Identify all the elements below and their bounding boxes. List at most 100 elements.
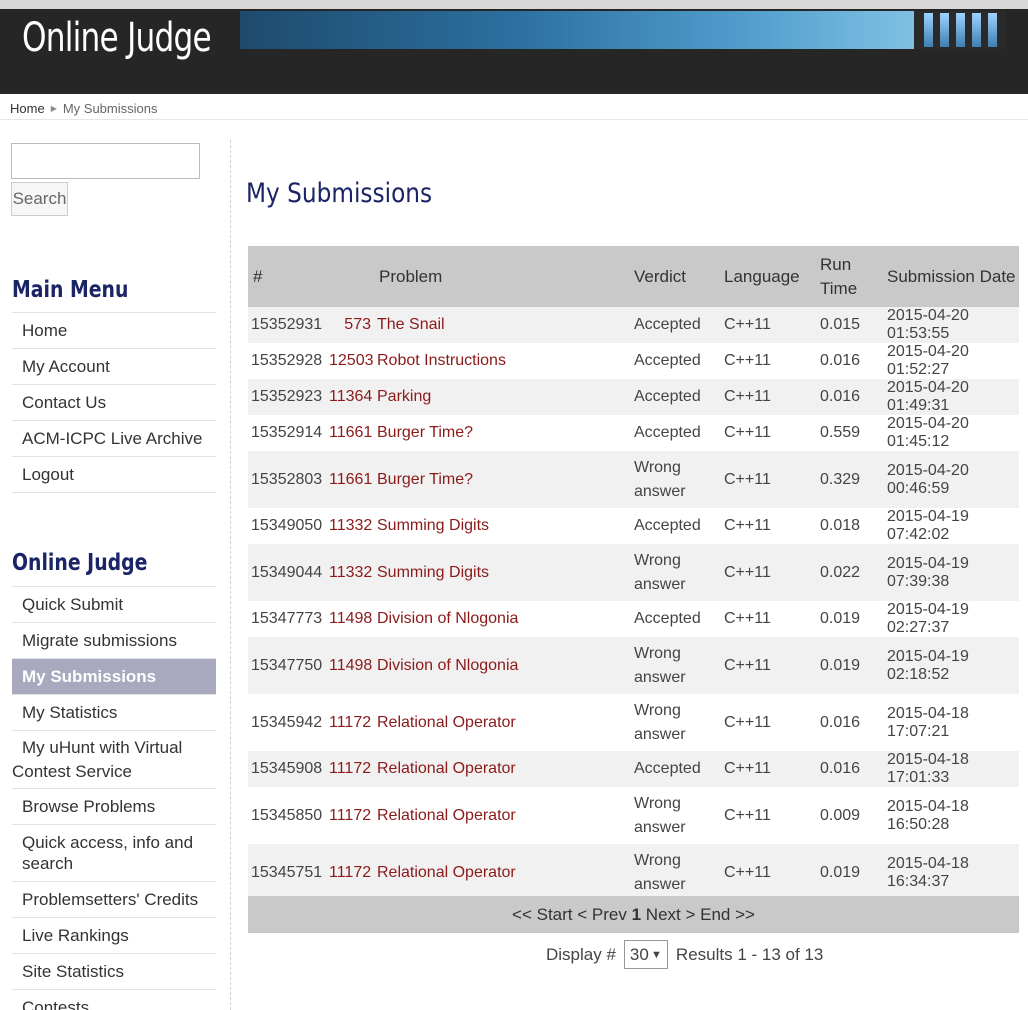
problem-link[interactable]: 11172 Relational Operator	[329, 751, 634, 787]
site-header: Online Judge	[0, 9, 1028, 94]
problem-number[interactable]: 11661	[329, 471, 372, 489]
language: C++11	[724, 751, 820, 787]
judge-menu-item-site-statistics[interactable]: Site Statistics	[12, 953, 216, 989]
breadcrumb-home[interactable]: Home	[10, 101, 45, 116]
verdict: Wrong answer	[634, 694, 724, 751]
problem-link[interactable]: 11172 Relational Operator	[329, 787, 634, 844]
problem-title[interactable]: Relational Operator	[371, 807, 516, 824]
problem-link[interactable]: 11332 Summing Digits	[329, 544, 634, 601]
pager-end-link[interactable]: End >>	[700, 905, 755, 924]
pager-prev-link[interactable]: < Prev	[577, 905, 627, 924]
language: C++11	[724, 694, 820, 751]
judge-menu-item-uhunt[interactable]: My uHunt with Virtual Contest Service	[12, 730, 216, 788]
site-title[interactable]: Online Judge	[22, 15, 212, 61]
problem-link[interactable]: 573 The Snail	[329, 307, 634, 343]
pager-start-link[interactable]: << Start	[512, 905, 572, 924]
main-menu-item-logout[interactable]: Logout	[12, 456, 216, 493]
column-header-num: #	[248, 246, 329, 307]
problem-link[interactable]: 11172 Relational Operator	[329, 844, 634, 901]
online-judge-menu: Quick Submit Migrate submissions My Subm…	[12, 586, 216, 1010]
main-menu-item-my-account[interactable]: My Account	[12, 348, 216, 384]
problem-title[interactable]: Relational Operator	[371, 760, 516, 777]
display-count-value: 30	[629, 944, 649, 964]
problem-number[interactable]: 11498	[329, 610, 372, 628]
submission-id: 15347750	[248, 637, 329, 694]
problem-number[interactable]: 11364	[329, 388, 372, 406]
submission-id: 15345942	[248, 694, 329, 751]
table-row: 15345850 11172 Relational Operator Wrong an…	[248, 787, 1019, 844]
judge-menu-item-quick-submit[interactable]: Quick Submit	[12, 586, 216, 622]
problem-number[interactable]: 11332	[329, 564, 372, 582]
column-header-language: Language	[724, 246, 820, 307]
submission-id: 15349050	[248, 508, 329, 544]
problem-link[interactable]: 12503 Robot Instructions	[329, 343, 634, 379]
judge-menu-item-browse-problems[interactable]: Browse Problems	[12, 788, 216, 824]
dropdown-arrow-icon: ▼	[651, 948, 662, 961]
submissions-body: 15352931 573 The Snail Accepted C++11 0.015 20…	[248, 307, 1019, 901]
problem-title[interactable]: Parking	[371, 388, 431, 405]
problem-title[interactable]: Robot Instructions	[371, 352, 506, 369]
problem-number[interactable]: 11172	[329, 714, 371, 732]
verdict-text: Wrong answer	[634, 458, 686, 500]
display-count-select[interactable]: 30 ▼	[623, 940, 668, 969]
verdict: Wrong answer	[634, 544, 724, 601]
problem-title[interactable]: Summing Digits	[371, 517, 489, 534]
problem-title[interactable]: Summing Digits	[371, 564, 489, 581]
problem-link[interactable]: 11172 Relational Operator	[329, 694, 634, 751]
problem-number[interactable]: 11332	[329, 517, 372, 535]
table-row: 15352803 11661 Burger Time? Wrong answer C++…	[248, 451, 1019, 508]
problem-number[interactable]: 11172	[329, 864, 371, 882]
main-menu-item-home[interactable]: Home	[12, 312, 216, 348]
submission-id: 15345908	[248, 751, 329, 787]
submission-id: 15352928	[248, 343, 329, 379]
verdict: Accepted	[634, 751, 724, 787]
display-label: Display #	[546, 944, 616, 964]
table-row: 15352928 12503 Robot Instructions Accepted C…	[248, 343, 1019, 379]
verdict: Accepted	[634, 508, 724, 544]
search-button[interactable]: Search	[11, 182, 68, 216]
problem-link[interactable]: 11364 Parking	[329, 379, 634, 415]
main-menu-item-contact-us[interactable]: Contact Us	[12, 384, 216, 420]
judge-menu-item-quick-access[interactable]: Quick access, info and search	[12, 824, 216, 881]
judge-menu-item-migrate-submissions[interactable]: Migrate submissions	[12, 622, 216, 658]
problem-link[interactable]: 11498 Division of Nlogonia	[329, 601, 634, 637]
column-header-run-time: Run Time	[820, 246, 887, 307]
problem-title[interactable]: Division of Nlogonia	[371, 657, 518, 674]
problem-number[interactable]: 12503	[329, 352, 374, 370]
main-menu: Home My Account Contact Us ACM-ICPC Live…	[12, 312, 216, 493]
pager-next-link[interactable]: Next >	[646, 905, 696, 924]
problem-number[interactable]: 11172	[329, 807, 371, 825]
problem-link[interactable]: 11332 Summing Digits	[329, 508, 634, 544]
problem-number[interactable]: 11661	[329, 424, 372, 442]
problem-title[interactable]: Relational Operator	[371, 864, 516, 881]
problem-title[interactable]: Relational Operator	[371, 714, 516, 731]
language: C++11	[724, 787, 820, 844]
problem-link[interactable]: 11661 Burger Time?	[329, 415, 634, 451]
submission-date: 2015-04-20 00:46:59	[887, 451, 1019, 508]
problem-title[interactable]: Division of Nlogonia	[371, 610, 518, 627]
problem-title[interactable]: The Snail	[371, 316, 445, 333]
submission-date: 2015-04-18 16:50:28	[887, 787, 1019, 844]
main-menu-item-live-archive[interactable]: ACM-ICPC Live Archive	[12, 420, 216, 456]
problem-title[interactable]: Burger Time?	[371, 424, 473, 441]
language: C++11	[724, 379, 820, 415]
run-time: 0.016	[820, 751, 887, 787]
problem-title[interactable]: Burger Time?	[371, 471, 473, 488]
judge-menu-item-my-submissions[interactable]: My Submissions	[12, 658, 216, 694]
problem-number[interactable]: 573	[329, 316, 371, 334]
judge-menu-item-problemsetters-credits[interactable]: Problemsetters' Credits	[12, 881, 216, 917]
judge-menu-item-my-statistics[interactable]: My Statistics	[12, 694, 216, 730]
problem-number[interactable]: 11498	[329, 657, 372, 675]
column-header-verdict: Verdict	[634, 246, 724, 307]
judge-menu-item-live-rankings[interactable]: Live Rankings	[12, 917, 216, 953]
submissions-table: # Problem Verdict Language Run Time Subm…	[248, 246, 1019, 901]
language: C++11	[724, 637, 820, 694]
column-header-submission-date: Submission Date	[887, 246, 1019, 307]
submission-date: 2015-04-19 02:27:37	[887, 601, 1019, 637]
problem-number[interactable]: 11172	[329, 760, 371, 778]
search-input[interactable]	[11, 143, 200, 179]
submission-id: 15352923	[248, 379, 329, 415]
judge-menu-item-contests[interactable]: Contests	[12, 989, 216, 1010]
problem-link[interactable]: 11661 Burger Time?	[329, 451, 634, 508]
problem-link[interactable]: 11498 Division of Nlogonia	[329, 637, 634, 694]
